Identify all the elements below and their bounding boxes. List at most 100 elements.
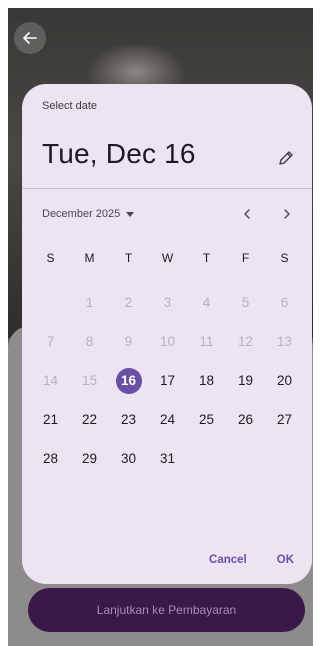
weekday-header-row: S M T W T F S xyxy=(31,244,304,283)
calendar-weeks: 1 2 3 4 5 6 7 8 9 10 11 12 13 14 15 16 17 18 19 20 21 22 23 24 2… xyxy=(31,283,304,478)
calendar-week-row: 1 2 3 4 5 6 xyxy=(31,283,304,322)
day-cell: 9 xyxy=(109,322,148,361)
day-number: 19 xyxy=(237,373,254,388)
weekday-label: M xyxy=(84,251,95,265)
day-cell: 14 xyxy=(31,361,70,400)
cta-label: Lanjutkan ke Pembayaran xyxy=(96,603,237,617)
day-cell[interactable]: 20 xyxy=(265,361,304,400)
day-number: 5 xyxy=(241,295,250,310)
day-cell: 13 xyxy=(265,322,304,361)
day-number: 17 xyxy=(159,373,176,388)
day-number: 21 xyxy=(42,412,59,427)
day-cell: 12 xyxy=(226,322,265,361)
day-cell[interactable]: 24 xyxy=(148,400,187,439)
day-number: 16 xyxy=(120,373,137,388)
weekday-label: T xyxy=(202,251,211,265)
day-number: 3 xyxy=(163,295,172,310)
day-number: 25 xyxy=(198,412,215,427)
day-number: 2 xyxy=(124,295,133,310)
day-number: 13 xyxy=(276,334,293,349)
day-number: 23 xyxy=(120,412,137,427)
day-cell: 11 xyxy=(187,322,226,361)
day-number: 20 xyxy=(276,373,293,388)
chevron-right-icon xyxy=(284,209,290,219)
continue-to-payment-button[interactable]: Lanjutkan ke Pembayaran xyxy=(28,588,305,632)
day-cell: 4 xyxy=(187,283,226,322)
day-number: 7 xyxy=(46,334,55,349)
dialog-label: Select date xyxy=(42,100,98,112)
day-cell[interactable]: 31 xyxy=(148,439,187,478)
day-number: 4 xyxy=(202,295,211,310)
calendar-grid: S M T W T F S 1 2 3 4 5 6 7 8 9 10 11 12 13 14 15 16 17 1… xyxy=(31,244,304,478)
weekday-label: W xyxy=(161,251,174,265)
day-number: 31 xyxy=(159,451,176,466)
day-number: 14 xyxy=(42,373,59,388)
back-button[interactable] xyxy=(14,22,46,54)
cancel-button[interactable]: Cancel xyxy=(209,554,247,566)
day-number: 24 xyxy=(159,412,176,427)
pencil-icon xyxy=(279,151,293,165)
month-year-selector[interactable]: December 2025 xyxy=(42,205,135,223)
day-number: 30 xyxy=(120,451,137,466)
month-year-label: December 2025 xyxy=(42,208,121,220)
day-number: 11 xyxy=(199,334,214,349)
day-number: 28 xyxy=(42,451,59,466)
day-number: 10 xyxy=(159,334,176,349)
ok-button[interactable]: OK xyxy=(277,554,294,566)
weekday-label: S xyxy=(280,251,289,265)
next-month-button[interactable] xyxy=(276,203,298,225)
dialog-actions: Cancel OK xyxy=(209,554,294,566)
calendar-week-row: 21 22 23 24 25 26 27 xyxy=(31,400,304,439)
weekday-label: T xyxy=(124,251,133,265)
header-divider xyxy=(22,188,312,189)
empty-day-cell xyxy=(265,439,304,478)
day-cell[interactable]: 22 xyxy=(70,400,109,439)
previous-month-button[interactable] xyxy=(236,203,258,225)
day-cell[interactable]: 21 xyxy=(31,400,70,439)
day-number: 22 xyxy=(81,412,98,427)
day-number: 15 xyxy=(81,373,98,388)
calendar-week-row: 7 8 9 10 11 12 13 xyxy=(31,322,304,361)
day-cell[interactable]: 18 xyxy=(187,361,226,400)
day-cell: 8 xyxy=(70,322,109,361)
day-number: 29 xyxy=(81,451,98,466)
day-number: 12 xyxy=(237,334,254,349)
day-cell: 1 xyxy=(70,283,109,322)
day-number: 6 xyxy=(280,295,289,310)
day-cell[interactable]: 26 xyxy=(226,400,265,439)
day-cell[interactable]: 19 xyxy=(226,361,265,400)
day-cell: 7 xyxy=(31,322,70,361)
day-cell[interactable]: 23 xyxy=(109,400,148,439)
day-number: 27 xyxy=(276,412,293,427)
day-cell: 3 xyxy=(148,283,187,322)
day-number: 9 xyxy=(124,334,133,349)
day-cell[interactable]: 17 xyxy=(148,361,187,400)
day-cell[interactable]: 30 xyxy=(109,439,148,478)
day-cell[interactable]: 29 xyxy=(70,439,109,478)
calendar-week-row: 14 15 16 17 18 19 20 xyxy=(31,361,304,400)
empty-day-cell xyxy=(31,283,70,322)
selected-date-headline: Tue, Dec 16 xyxy=(42,138,196,169)
day-cell: 10 xyxy=(148,322,187,361)
edit-input-mode-button[interactable] xyxy=(274,146,298,170)
day-number: 1 xyxy=(85,295,94,310)
day-number: 8 xyxy=(85,334,94,349)
weekday-label: S xyxy=(46,251,55,265)
day-cell[interactable]: 28 xyxy=(31,439,70,478)
day-cell: 6 xyxy=(265,283,304,322)
day-cell: 15 xyxy=(70,361,109,400)
day-cell[interactable]: 25 xyxy=(187,400,226,439)
day-number: 18 xyxy=(198,373,215,388)
weekday-label: F xyxy=(241,251,250,265)
caret-down-icon xyxy=(126,211,135,217)
arrow-left-icon xyxy=(23,32,37,44)
empty-day-cell xyxy=(226,439,265,478)
calendar-week-row: 28 29 30 31 xyxy=(31,439,304,478)
day-number: 26 xyxy=(237,412,254,427)
selected-day-cell[interactable]: 16 xyxy=(109,361,148,400)
date-picker-dialog: Select date Tue, Dec 16 December 2025 S … xyxy=(22,84,312,584)
day-cell[interactable]: 27 xyxy=(265,400,304,439)
chevron-left-icon xyxy=(244,209,250,219)
day-cell: 5 xyxy=(226,283,265,322)
day-cell: 2 xyxy=(109,283,148,322)
